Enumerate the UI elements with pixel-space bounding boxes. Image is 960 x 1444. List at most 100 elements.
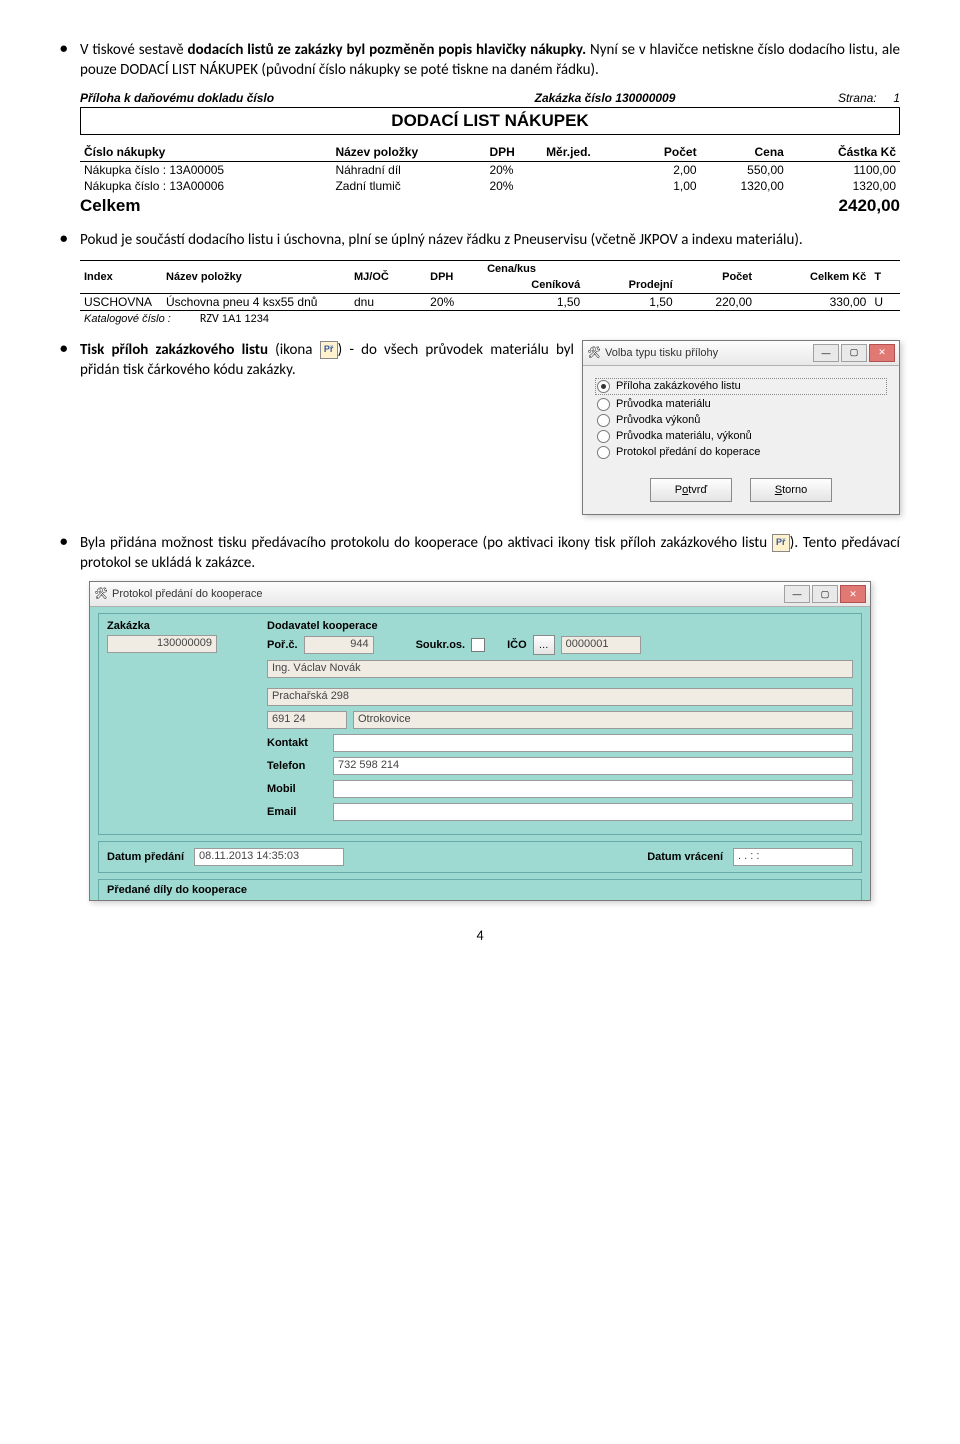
supplier-row-1: Poř.č. 944 Soukr.os. IČO … 0000001 bbox=[267, 635, 853, 655]
radio-option-1[interactable]: Průvodka materiálu bbox=[597, 398, 885, 411]
td: 20% bbox=[485, 161, 542, 178]
table-row: Nákupka číslo : 13A00006 Zadní tlumič 20… bbox=[80, 178, 900, 194]
city-row: 691 24 Otrokovice bbox=[267, 711, 853, 729]
group-zakazka-dodavatel: Zakázka 130000009 Dodavatel kooperace Po… bbox=[98, 613, 862, 835]
text-bold: Tisk příloh zakázkového listu bbox=[80, 341, 268, 359]
datum-vraceni-label: Datum vrácení bbox=[647, 851, 723, 863]
bullet-dot: • bbox=[60, 40, 80, 81]
zip-input[interactable]: 691 24 bbox=[267, 711, 347, 729]
td: USCHOVNA bbox=[80, 293, 162, 310]
telefon-label: Telefon bbox=[267, 760, 327, 772]
th: MJ/OČ bbox=[350, 260, 426, 293]
total-label: Celkem bbox=[80, 196, 839, 216]
sub-value: 1A1 1234 bbox=[222, 313, 269, 325]
tools-icon: 🛠 bbox=[94, 587, 108, 601]
datum-predani-input[interactable]: 08.11.2013 14:35:03 bbox=[194, 848, 344, 866]
radio-option-2[interactable]: Průvodka výkonů bbox=[597, 414, 885, 427]
th: DPH bbox=[426, 260, 483, 293]
td: U bbox=[870, 293, 900, 310]
dialog-kooperace-protokol: 🛠 Protokol předání do kooperace — ▢ ✕ Za… bbox=[89, 581, 871, 901]
th: Měr.jed. bbox=[542, 143, 631, 162]
mobil-label: Mobil bbox=[267, 783, 327, 795]
td: 550,00 bbox=[701, 161, 788, 178]
radio-icon bbox=[597, 430, 610, 443]
th: Index bbox=[80, 260, 162, 293]
telefon-input[interactable]: 732 598 214 bbox=[333, 757, 853, 775]
pp1-title: DODACÍ LIST NÁKUPEK bbox=[80, 107, 900, 135]
minimize-button[interactable]: — bbox=[784, 585, 810, 603]
dialog-buttons: Potvrď Storno bbox=[583, 468, 899, 514]
ico-lookup-button[interactable]: … bbox=[533, 635, 555, 655]
td: Náhradní díl bbox=[331, 161, 485, 178]
td bbox=[542, 178, 631, 194]
td: 1320,00 bbox=[788, 178, 900, 194]
td: 20% bbox=[426, 293, 483, 310]
kontakt-input[interactable] bbox=[333, 734, 853, 752]
street-input[interactable]: Prachařská 298 bbox=[267, 688, 853, 706]
td: 1320,00 bbox=[701, 178, 788, 194]
radio-icon bbox=[597, 380, 610, 393]
minimize-button[interactable]: — bbox=[813, 344, 839, 362]
radio-label: Příloha zakázkového listu bbox=[616, 380, 741, 392]
city-input[interactable]: Otrokovice bbox=[353, 711, 853, 729]
strana-value: 1 bbox=[893, 91, 900, 105]
datum-vraceni-input[interactable]: . . : : bbox=[733, 848, 853, 866]
pp1-top: Příloha k daňovému dokladu číslo Zakázka… bbox=[80, 91, 900, 105]
dodavatel-label: Dodavatel kooperace bbox=[267, 620, 853, 632]
maximize-button[interactable]: ▢ bbox=[841, 344, 867, 362]
tools-icon: 🛠 bbox=[587, 346, 601, 360]
porc-input[interactable]: 944 bbox=[304, 636, 374, 654]
total-value: 2420,00 bbox=[839, 196, 900, 216]
zakazka-input[interactable]: 130000009 bbox=[107, 635, 217, 653]
t: S bbox=[775, 484, 782, 496]
table-row: Nákupka číslo : 13A00005 Náhradní díl 20… bbox=[80, 161, 900, 178]
print-preview-uschovna: Index Název položky MJ/OČ DPH Cena/kus P… bbox=[80, 260, 900, 326]
bullet-text: Byla přidána možnost tisku předávacího p… bbox=[80, 533, 900, 574]
cancel-button[interactable]: Storno bbox=[750, 478, 832, 502]
dialog-title: Protokol předání do kooperace bbox=[112, 588, 784, 600]
th-cenakus: Cena/kus bbox=[483, 260, 677, 277]
td: 20% bbox=[485, 178, 542, 194]
name-input[interactable]: Ing. Václav Novák bbox=[267, 660, 853, 678]
titlebar: 🛠 Volba typu tisku přílohy — ▢ ✕ bbox=[583, 341, 899, 366]
th: Číslo nákupky bbox=[80, 143, 331, 162]
th: Název položky bbox=[331, 143, 485, 162]
td: 1,00 bbox=[632, 178, 701, 194]
confirm-button[interactable]: Potvrď bbox=[650, 478, 732, 502]
pp1-table: Číslo nákupky Název položky DPH Měr.jed.… bbox=[80, 143, 900, 194]
attachment-print-icon: Př bbox=[320, 341, 338, 359]
soukros-checkbox[interactable] bbox=[471, 638, 485, 652]
bullet-text: V tiskové sestavě dodacích listů ze zaká… bbox=[80, 40, 900, 81]
th: T bbox=[870, 260, 900, 293]
email-input[interactable] bbox=[333, 803, 853, 821]
td: Zadní tlumič bbox=[331, 178, 485, 194]
bullet-4: • Byla přidána možnost tisku předávacího… bbox=[60, 533, 900, 574]
th: DPH bbox=[485, 143, 542, 162]
maximize-button[interactable]: ▢ bbox=[812, 585, 838, 603]
th: Ceníková bbox=[483, 277, 584, 294]
bullet-1: • V tiskové sestavě dodacích listů ze za… bbox=[60, 40, 900, 81]
radio-option-3[interactable]: Průvodka materiálu, výkonů bbox=[597, 430, 885, 443]
radio-option-4[interactable]: Protokol předání do koperace bbox=[597, 446, 885, 459]
td: 1,50 bbox=[483, 293, 584, 310]
sub-label: Katalogové číslo : bbox=[84, 313, 171, 325]
radio-option-0[interactable]: Příloha zakázkového listu bbox=[595, 378, 887, 395]
table-row: USCHOVNA Úschovna pneu 4 ksx55 dnů dnu 2… bbox=[80, 293, 900, 310]
text: (ikona bbox=[268, 341, 320, 359]
mobil-input[interactable] bbox=[333, 780, 853, 798]
td: Úschovna pneu 4 ksx55 dnů bbox=[162, 293, 350, 310]
porc-label: Poř.č. bbox=[267, 639, 298, 651]
close-button[interactable]: ✕ bbox=[869, 344, 895, 362]
th: Prodejní bbox=[584, 277, 676, 294]
bullet-text: Tisk příloh zakázkového listu (ikona Př)… bbox=[80, 340, 574, 381]
pp1-top-left: Příloha k daňovému dokladu číslo bbox=[80, 91, 430, 105]
attachment-print-icon: Př bbox=[772, 534, 790, 552]
pp1-head-row: Číslo nákupky Název položky DPH Měr.jed.… bbox=[80, 143, 900, 162]
close-button[interactable]: ✕ bbox=[840, 585, 866, 603]
page-number: 4 bbox=[60, 927, 900, 944]
window-controls: — ▢ ✕ bbox=[784, 585, 866, 603]
pp2-head-row: Index Název položky MJ/OČ DPH Cena/kus P… bbox=[80, 260, 900, 277]
bullet-text: Pokud je součástí dodacího listu i úscho… bbox=[80, 230, 900, 250]
t: torno bbox=[782, 484, 807, 496]
ico-input[interactable]: 0000001 bbox=[561, 636, 641, 654]
